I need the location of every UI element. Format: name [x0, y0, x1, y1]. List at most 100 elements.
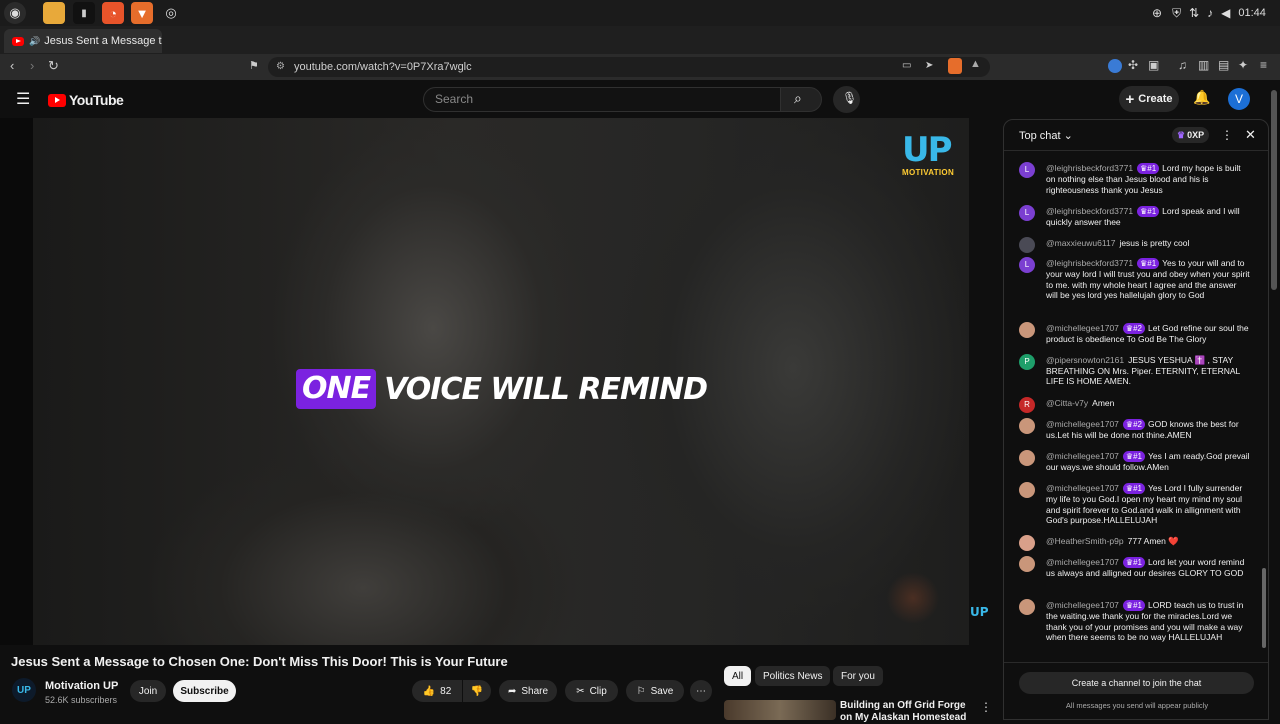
bookmark-save-icon: ⚐ — [636, 685, 646, 697]
channel-name[interactable]: Motivation UP — [45, 680, 118, 692]
voice-search-button[interactable]: 🎙 — [833, 86, 860, 113]
site-info-icon[interactable]: ⚙ — [276, 57, 285, 77]
terminal-icon[interactable]: ▮ — [73, 2, 95, 24]
chat-author-avatar[interactable] — [1019, 450, 1035, 466]
recommendation-title[interactable]: Building an Off Grid Forge on My Alaskan… — [840, 700, 970, 724]
chat-author-avatar[interactable]: P — [1019, 354, 1035, 370]
close-chat-icon[interactable]: ✕ — [1245, 127, 1256, 143]
chat-author-avatar[interactable] — [1019, 322, 1035, 338]
chat-author-avatar[interactable] — [1019, 535, 1035, 551]
chat-author-avatar[interactable] — [1019, 482, 1035, 498]
account-avatar[interactable]: V — [1228, 88, 1250, 110]
volume-icon[interactable]: ◀ — [1221, 6, 1230, 20]
bookmark-icon[interactable]: ⚑ — [249, 59, 259, 72]
chat-author-avatar[interactable] — [1019, 599, 1035, 615]
caption-text: VOICE WILL REMIND — [384, 371, 708, 407]
url-field[interactable]: ⚙ youtube.com/watch?v=0P7Xra7wglc — [268, 57, 990, 77]
network-icon[interactable]: ⇅ — [1189, 6, 1199, 20]
chat-author-name[interactable]: @michellegee1707 — [1046, 483, 1119, 493]
chat-author-name[interactable]: @HeatherSmith-p9p — [1046, 536, 1124, 546]
clip-button[interactable]: ✂ Clip — [565, 680, 618, 702]
corner-watermark[interactable]: UP — [970, 605, 992, 623]
wallet-icon[interactable]: ▤ — [1218, 58, 1229, 72]
video-player[interactable]: ONE VOICE WILL REMIND UP MOTIVATION — [0, 118, 969, 645]
subscribe-button[interactable]: Subscribe — [173, 680, 236, 702]
cast-icon[interactable]: ▭ — [902, 60, 911, 71]
chat-author-name[interactable]: @Citta-v7y — [1046, 398, 1088, 408]
chat-author-avatar[interactable]: L — [1019, 162, 1035, 178]
points-badge[interactable]: ♛ 0XP — [1172, 127, 1210, 143]
chat-author-avatar[interactable]: L — [1019, 205, 1035, 221]
chip-all[interactable]: All — [724, 666, 752, 686]
join-button[interactable]: Join — [130, 680, 166, 702]
chat-message-body: @leighrisbeckford3771 ♛#1 Lord my hope is … — [1046, 163, 1250, 195]
like-button[interactable]: 👍 82 — [412, 680, 462, 702]
extension-google-icon[interactable] — [1108, 59, 1122, 73]
files-icon[interactable] — [43, 2, 65, 24]
chat-message-body: @michellegee1707 ♛#1 Yes Lord I fully surr… — [1046, 483, 1250, 526]
chat-author-name[interactable]: @pipersnowton2161 — [1046, 355, 1124, 365]
media-icon[interactable]: ♫ — [1178, 58, 1187, 72]
audio-icon[interactable]: 🔊 — [29, 36, 40, 47]
chat-author-name[interactable]: @michellegee1707 — [1046, 323, 1119, 333]
chat-author-avatar[interactable] — [1019, 418, 1035, 434]
recommendation-more-icon[interactable]: ⋮ — [980, 700, 992, 714]
search-input[interactable]: Search — [423, 87, 781, 112]
chat-author-avatar[interactable]: R — [1019, 397, 1035, 413]
dislike-button[interactable]: 👎 — [463, 680, 491, 702]
create-button[interactable]: + Create — [1119, 86, 1179, 112]
menu-icon[interactable]: ≡ — [1260, 58, 1267, 72]
leo-icon[interactable]: ✦ — [1238, 58, 1248, 72]
page-scrollbar[interactable] — [1271, 90, 1277, 290]
brave-shield-icon[interactable] — [948, 58, 962, 74]
recommendation-thumbnail[interactable] — [724, 700, 836, 720]
chat-author-name[interactable]: @leighrisbeckford3771 — [1046, 206, 1133, 216]
url-text: youtube.com/watch?v=0P7Xra7wglc — [294, 61, 472, 73]
chat-author-name[interactable]: @leighrisbeckford3771 — [1046, 163, 1133, 173]
brave-icon[interactable]: ▼ — [131, 2, 153, 24]
rewards-icon[interactable]: ▲ — [970, 58, 981, 70]
create-channel-button[interactable]: Create a channel to join the chat — [1019, 672, 1254, 694]
more-actions-button[interactable]: ⋯ — [690, 680, 712, 702]
chat-author-avatar[interactable]: L — [1019, 257, 1035, 273]
save-button[interactable]: ⚐ Save — [626, 680, 684, 702]
clock[interactable]: 01:44 — [1238, 7, 1266, 19]
hamburger-menu-icon[interactable]: ☰ — [16, 89, 30, 109]
reload-icon[interactable]: ↻ — [48, 58, 59, 74]
chat-scrollbar[interactable] — [1262, 568, 1266, 648]
chat-more-icon[interactable]: ⋮ — [1221, 128, 1233, 142]
shield-icon[interactable]: ⛨ — [1172, 6, 1181, 21]
youtube-logo[interactable]: YouTube — [48, 92, 124, 108]
music-icon[interactable]: ♪ — [1207, 6, 1213, 20]
screenshot-icon[interactable]: ▣ — [1148, 58, 1159, 72]
watermark-logo: UP — [902, 130, 953, 170]
youtube-header: ☰ YouTube Search ⌕ 🎙 + Create 🔔 V — [0, 80, 1268, 118]
browser-tab[interactable]: 🔊 Jesus Sent a Message to C — [4, 29, 162, 53]
chat-author-name[interactable]: @michellegee1707 — [1046, 600, 1119, 610]
thumbs-down-icon: 👎 — [470, 685, 484, 697]
chat-author-name[interactable]: @michellegee1707 — [1046, 557, 1119, 567]
sidebar-icon[interactable]: ▥ — [1198, 58, 1209, 72]
chat-author-name[interactable]: @michellegee1707 — [1046, 419, 1119, 429]
chat-author-avatar[interactable] — [1019, 556, 1035, 572]
firefox-icon[interactable]: ◔ — [102, 2, 124, 24]
channel-avatar[interactable]: UP — [12, 678, 36, 702]
chat-author-name[interactable]: @michellegee1707 — [1046, 451, 1119, 461]
chat-author-avatar[interactable] — [1019, 237, 1035, 253]
notifications-bell-icon[interactable]: 🔔 — [1193, 89, 1210, 106]
chip-politics-news[interactable]: Politics News — [755, 666, 831, 686]
channel-watermark[interactable]: UP MOTIVATION — [902, 132, 958, 184]
back-icon[interactable]: ‹ — [10, 58, 14, 73]
forward-icon[interactable]: › — [30, 58, 34, 73]
share-button[interactable]: ➦ Share — [499, 680, 557, 702]
top-chat-dropdown[interactable]: Top chat ⌄ — [1019, 129, 1073, 142]
mint-menu-icon[interactable]: ◉ — [4, 2, 26, 24]
search-button[interactable]: ⌕ — [780, 87, 822, 112]
chromium-icon[interactable]: ◎ — [160, 2, 182, 24]
send-icon[interactable]: ➤ — [925, 60, 933, 71]
chat-author-name[interactable]: @maxxieuwu6117 — [1046, 238, 1115, 248]
update-icon[interactable]: ⊕ — [1152, 6, 1162, 20]
extensions-icon[interactable]: ✣ — [1128, 58, 1138, 72]
chat-author-name[interactable]: @leighrisbeckford3771 — [1046, 258, 1133, 268]
chip-for-you[interactable]: For you — [833, 666, 883, 686]
